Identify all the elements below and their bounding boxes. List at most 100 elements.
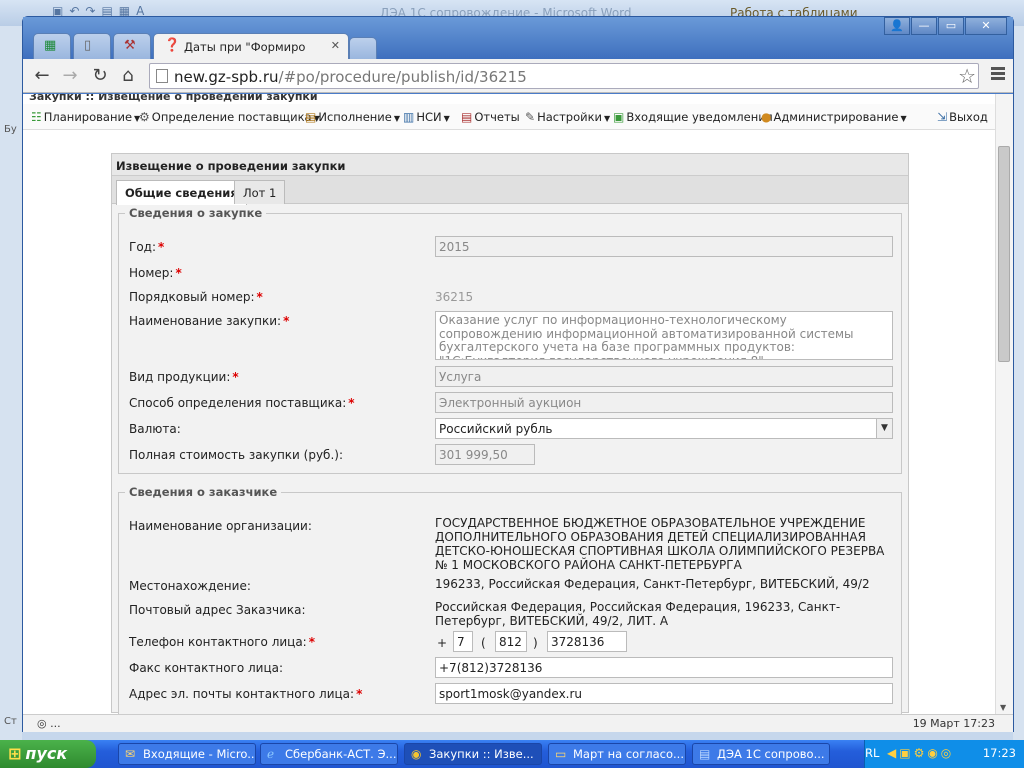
- currency-value: Российский рубль: [439, 422, 553, 436]
- currency-label: Валюта:: [129, 422, 181, 436]
- menu-planning[interactable]: ☷ Планирование ▼: [31, 110, 140, 124]
- menu-label: Выход: [949, 110, 988, 124]
- tab-tools[interactable]: ⚒: [113, 33, 151, 59]
- close-tab-icon[interactable]: ✕: [331, 39, 340, 52]
- location-value: 196233, Российская Федерация, Санкт-Пете…: [435, 577, 870, 591]
- email-field[interactable]: sport1mosk@yandex.ru: [435, 683, 893, 704]
- word-left-strip: Бу Ст: [0, 26, 22, 740]
- folder-icon: ▭: [555, 747, 567, 761]
- menu-label: Настройки: [537, 110, 603, 124]
- tray-icons[interactable]: ◀▣⚙◉◎: [887, 746, 954, 760]
- seq-number-value: 36215: [435, 290, 474, 304]
- supplier-method-label: Способ определения поставщика: *: [129, 396, 355, 410]
- tab-sheets[interactable]: ▦: [33, 33, 71, 59]
- fax-label: Факс контактного лица:: [129, 661, 284, 675]
- page-scrollbar[interactable]: ▼: [995, 94, 1013, 714]
- phone-plus: +: [437, 636, 448, 650]
- status-datetime: 19 Март 17:23: [912, 717, 995, 730]
- word-right-strip: [1013, 26, 1024, 740]
- back-button[interactable]: ←: [31, 65, 53, 87]
- scrollbar-thumb[interactable]: [998, 146, 1010, 362]
- chevron-down-icon: ▼: [393, 114, 400, 123]
- tray-clock[interactable]: 17:23: [983, 746, 1016, 760]
- browser-window: ▦ ▯ ⚒ ❓ Даты при "Формирование и ✕ 👤 — ▭…: [22, 16, 1014, 732]
- location-label: Местонахождение:: [129, 579, 251, 593]
- phone-country-field[interactable]: 7: [453, 631, 473, 652]
- exit-icon: ⇲: [937, 110, 948, 124]
- task-label: Сбербанк-АСТ. Э...: [285, 747, 397, 761]
- phone-close-paren: ): [533, 636, 538, 650]
- phone-code-field[interactable]: 812: [495, 631, 527, 652]
- menu-label: НСИ: [416, 110, 442, 124]
- browser-toolbar: ← → ↻ ⌂ new.gz-spb.ru/#po/procedure/publ…: [23, 59, 1013, 93]
- planning-icon: ☷: [31, 110, 42, 124]
- task-chrome[interactable]: ◉ Закупки :: Изве...: [404, 743, 542, 765]
- menu-admin[interactable]: ● Администрирование ▼: [761, 110, 907, 124]
- maximize-button[interactable]: ▭: [938, 17, 964, 35]
- task-label: ДЭА 1С сопрово...: [717, 747, 825, 761]
- forward-button[interactable]: →: [59, 65, 81, 87]
- phone-number-field[interactable]: 3728136: [547, 631, 627, 652]
- wrench-icon: ✎: [525, 110, 536, 124]
- required-mark: *: [348, 396, 355, 410]
- year-label: Год: *: [129, 240, 164, 254]
- task-folder[interactable]: ▭ Март на согласо...: [548, 743, 686, 765]
- url-text: new.gz-spb.ru/#po/procedure/publish/id/3…: [174, 68, 527, 86]
- menu-supplier[interactable]: ⚙ Определение поставщика ▼: [139, 110, 320, 124]
- bookmark-star-icon[interactable]: ☆: [958, 64, 976, 88]
- address-bar[interactable]: new.gz-spb.ru/#po/procedure/publish/id/3…: [149, 63, 979, 89]
- task-word[interactable]: ▤ ДЭА 1С сопрово...: [692, 743, 830, 765]
- menu-execution[interactable]: ▤ Исполнение ▼: [305, 110, 400, 124]
- user-icon[interactable]: 👤: [884, 17, 910, 35]
- tab-blank[interactable]: ▯: [73, 33, 111, 59]
- tab-lot-1[interactable]: Лот 1: [234, 180, 286, 204]
- menu-settings[interactable]: ✎ Настройки ▼: [525, 110, 610, 124]
- procurement-name-label: Наименование закупки: *: [129, 314, 289, 328]
- required-mark: *: [283, 314, 290, 328]
- tab-general[interactable]: Общие сведения: [116, 180, 247, 205]
- scroll-down-arrow-icon[interactable]: ▼: [1000, 703, 1006, 712]
- menu-exit[interactable]: ⇲ Выход: [937, 110, 988, 124]
- product-type-field[interactable]: Услуга: [435, 366, 893, 387]
- task-outlook[interactable]: ✉ Входящие - Micro...: [118, 743, 256, 765]
- label-text: Телефон контактного лица:: [129, 635, 307, 649]
- total-cost-label: Полная стоимость закупки (руб.):: [129, 448, 343, 462]
- procurement-name-field[interactable]: Оказание услуг по информационно-технолог…: [435, 311, 893, 360]
- new-tab-button[interactable]: [349, 37, 377, 59]
- user-icon: ●: [761, 110, 772, 124]
- label-text: Номер:: [129, 266, 174, 280]
- menu-reports[interactable]: ▤ Отчеты: [461, 110, 520, 124]
- menu-inbox[interactable]: ▣ Входящие уведомления: [613, 110, 773, 124]
- page-content: Закупки :: Извещение о проведении закупк…: [23, 94, 995, 714]
- chrome-menu-icon[interactable]: [991, 67, 1005, 82]
- label-text: Адрес эл. почты контактного лица:: [129, 687, 355, 701]
- phone-open-paren: (: [481, 636, 486, 650]
- task-label: Март на согласо...: [573, 747, 684, 761]
- tab-active-dates[interactable]: ❓ Даты при "Формирование и ✕: [153, 33, 349, 60]
- required-mark: *: [308, 635, 316, 649]
- notice-panel: Извещение о проведении закупки Общие све…: [111, 153, 909, 714]
- windows-flag-icon: ⊞: [8, 744, 22, 763]
- year-field[interactable]: 2015: [435, 236, 893, 257]
- browser-statusbar: ◎ ... 19 Март 17:23: [23, 714, 1013, 732]
- task-ie[interactable]: ℯ Сбербанк-АСТ. Э...: [260, 743, 398, 765]
- supplier-method-field[interactable]: Электронный аукцион: [435, 392, 893, 413]
- language-indicator[interactable]: RL: [865, 746, 879, 760]
- start-button[interactable]: ⊞ пуск: [0, 740, 96, 768]
- home-button[interactable]: ⌂: [117, 65, 139, 87]
- customer-info-group: Сведения о заказчике Наименование органи…: [118, 485, 902, 714]
- menu-nsi[interactable]: ▥ НСИ ▼: [403, 110, 450, 124]
- minimize-button[interactable]: —: [911, 17, 937, 35]
- close-window-button[interactable]: ✕: [965, 17, 1007, 35]
- seq-number-label: Порядковый номер: *: [129, 290, 263, 304]
- system-tray: RL ◀▣⚙◉◎ 17:23: [864, 740, 1024, 768]
- group-legend: Сведения о закупке: [129, 206, 263, 220]
- total-cost-field[interactable]: 301 999,50: [435, 444, 535, 465]
- task-label: Закупки :: Изве...: [429, 747, 534, 761]
- chevron-down-icon[interactable]: ▼: [876, 419, 892, 438]
- group-legend: Сведения о заказчике: [129, 485, 278, 499]
- fax-field[interactable]: +7(812)3728136: [435, 657, 893, 678]
- currency-select[interactable]: Российский рубль ▼: [435, 418, 893, 439]
- status-loading: ◎ ...: [37, 717, 61, 730]
- reload-button[interactable]: ↻: [89, 65, 111, 87]
